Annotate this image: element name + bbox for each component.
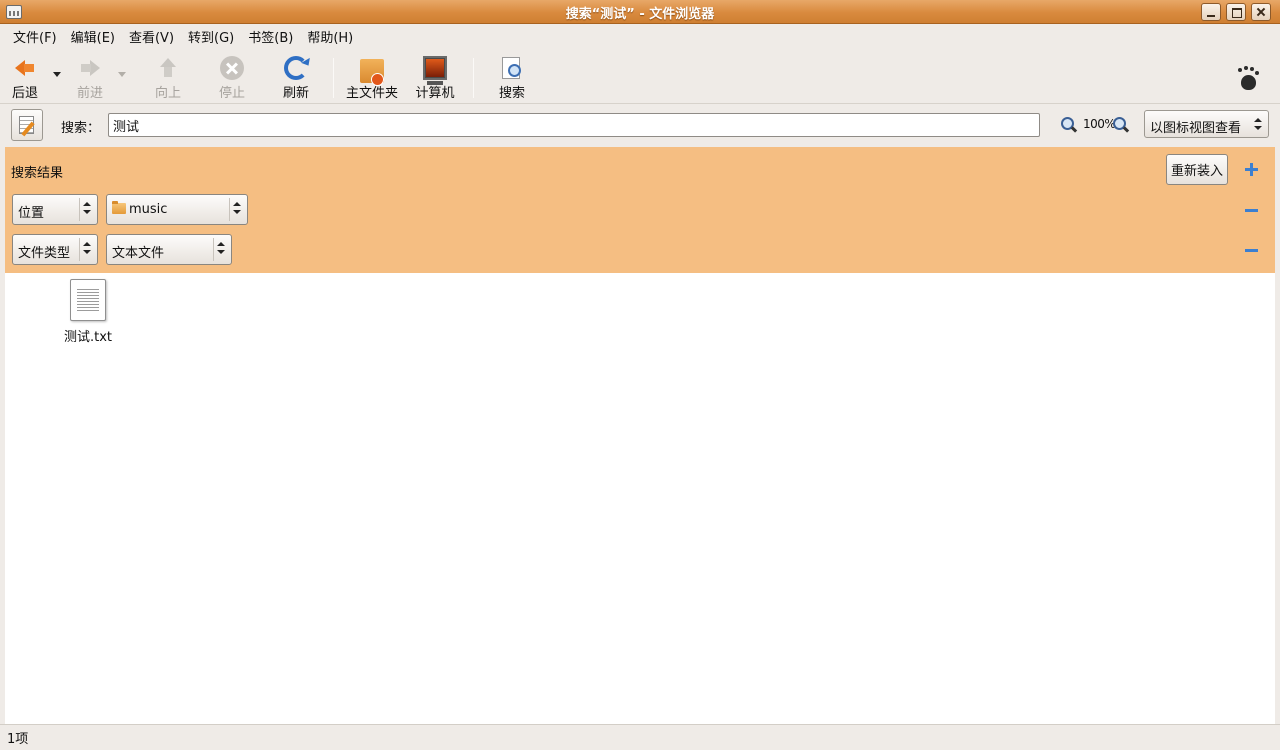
back-button[interactable]: 后退 (10, 56, 40, 101)
text-file-icon (70, 279, 106, 321)
edit-location-button[interactable] (11, 109, 43, 141)
computer-button[interactable]: 计算机 (414, 56, 456, 101)
window-title: 搜索“测试” - 文件浏览器 (565, 7, 715, 22)
select-arrows-icon (83, 202, 91, 214)
view-mode-value: 以图标视图查看 (1150, 121, 1242, 136)
close-button[interactable] (1251, 3, 1271, 21)
zoom-out-icon[interactable] (1061, 117, 1077, 133)
reload-label: 刷新 (282, 86, 309, 101)
select-arrows-icon (217, 242, 225, 254)
maximize-button[interactable] (1226, 3, 1246, 21)
menu-help[interactable]: 帮助(H) (300, 27, 360, 46)
search-query-panel: 搜索结果 重新装入 位置 music 文件类型 文本文件 (5, 147, 1275, 273)
select-arrows-icon (1254, 118, 1262, 130)
stop-icon (220, 56, 244, 80)
file-item[interactable]: 测试.txt (57, 279, 119, 345)
remove-criterion-icon[interactable] (1245, 209, 1258, 212)
reload-search-button[interactable]: 重新装入 (1166, 154, 1228, 185)
stop-label: 停止 (218, 86, 245, 101)
forward-label: 前进 (76, 86, 103, 101)
view-mode-select[interactable]: 以图标视图查看 (1144, 110, 1269, 138)
forward-history-dropdown[interactable] (118, 72, 126, 77)
criterion-type-value: 位置 (18, 206, 45, 221)
toolbar-separator (473, 58, 474, 98)
home-folder-label: 主文件夹 (345, 86, 398, 101)
stop-button[interactable]: 停止 (216, 56, 248, 101)
select-divider (79, 198, 80, 221)
forward-arrow-icon (78, 56, 102, 80)
select-divider (213, 238, 214, 261)
gnome-foot-icon (1236, 66, 1260, 92)
select-divider (229, 198, 230, 221)
reload-icon (284, 56, 308, 80)
toolbar-separator (333, 58, 334, 98)
menu-edit[interactable]: 编辑(E) (64, 27, 122, 46)
file-name: 测试.txt (63, 330, 113, 345)
file-view[interactable]: 测试.txt (5, 273, 1275, 724)
file-type-value: 文本文件 (112, 246, 165, 261)
item-count: 1项 (7, 732, 29, 747)
add-criterion-icon[interactable] (1245, 163, 1258, 176)
up-button[interactable]: 向上 (152, 56, 184, 101)
menu-bookmarks[interactable]: 书签(B) (241, 27, 300, 46)
select-arrows-icon (233, 202, 241, 214)
back-history-dropdown[interactable] (53, 72, 61, 77)
home-folder-button[interactable]: 主文件夹 (344, 56, 400, 101)
home-folder-icon (360, 59, 384, 86)
up-label: 向上 (154, 86, 181, 101)
menu-view[interactable]: 查看(V) (122, 27, 181, 46)
search-label: 搜索 (498, 86, 525, 101)
search-results-title: 搜索结果 (11, 166, 64, 181)
search-icon (500, 56, 524, 80)
menu-bar: 文件(F) 编辑(E) 查看(V) 转到(G) 书签(B) 帮助(H) (0, 24, 1280, 48)
location-select[interactable]: music (106, 194, 248, 225)
criterion-type-select[interactable]: 位置 (12, 194, 98, 225)
select-divider (79, 238, 80, 261)
folder-icon (112, 201, 126, 214)
toolbar: 后退 前进 向上 停止 刷新 主文件夹 计算机 搜索 (0, 50, 1280, 104)
status-bar: 1项 (0, 724, 1280, 750)
criterion-type-select[interactable]: 文件类型 (12, 234, 98, 265)
criterion-type-value: 文件类型 (18, 246, 71, 261)
edit-pencil-icon (19, 116, 34, 134)
location-value: music (129, 202, 168, 217)
computer-label: 计算机 (415, 86, 455, 101)
zoom-in-icon[interactable] (1113, 117, 1129, 133)
remove-criterion-icon[interactable] (1245, 249, 1258, 252)
forward-button[interactable]: 前进 (74, 56, 106, 101)
reload-button[interactable]: 刷新 (280, 56, 312, 101)
minimize-button[interactable] (1201, 3, 1221, 21)
search-field-label: 搜索： (61, 121, 101, 136)
computer-icon (423, 56, 447, 85)
back-arrow-icon (13, 56, 37, 80)
back-label: 后退 (11, 86, 38, 101)
file-type-select[interactable]: 文本文件 (106, 234, 232, 265)
search-input[interactable] (108, 113, 1040, 137)
zoom-level[interactable]: 100% (1083, 117, 1116, 131)
menu-file[interactable]: 文件(F) (6, 27, 64, 46)
select-arrows-icon (83, 242, 91, 254)
title-bar[interactable]: 搜索“测试” - 文件浏览器 (0, 0, 1280, 24)
menu-go[interactable]: 转到(G) (181, 27, 241, 46)
search-button[interactable]: 搜索 (496, 56, 528, 101)
search-bar: 搜索： 100% 以图标视图查看 (0, 106, 1280, 146)
up-arrow-icon (156, 56, 180, 80)
